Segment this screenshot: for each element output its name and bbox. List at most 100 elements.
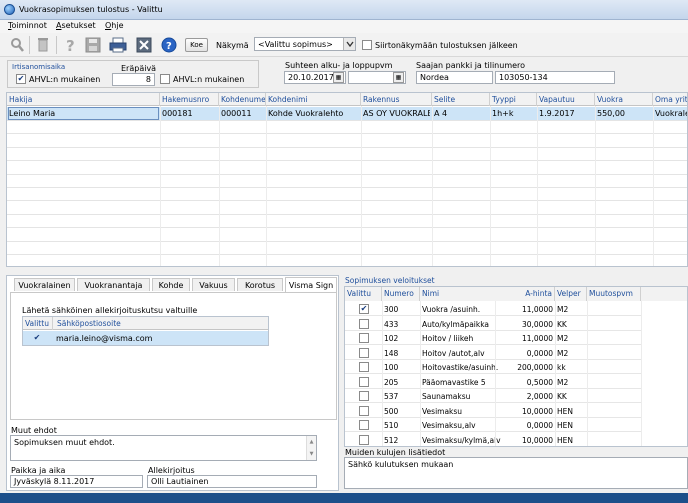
close-icon[interactable] (135, 36, 153, 54)
charge-number[interactable]: 300 (384, 305, 418, 314)
charge-checkbox[interactable] (359, 434, 369, 445)
charge-name[interactable]: Vesimaksu,alv (422, 421, 502, 430)
menu-ohje[interactable]: Ohje (105, 21, 124, 30)
charge-price[interactable]: 0,5000 (495, 378, 553, 387)
col-valittu[interactable]: Valittu (345, 287, 382, 301)
charge-unit[interactable]: M2 (557, 334, 585, 343)
ahvl2-checkbox[interactable] (160, 74, 170, 84)
col-muutospvm[interactable]: Muutospvm (587, 287, 641, 301)
charge-name[interactable]: Auto/kylmäpaikka (422, 320, 502, 329)
tab-visma-sign[interactable]: Visma Sign (285, 277, 337, 292)
tab-kohde[interactable]: Kohde (152, 278, 190, 291)
koe-button[interactable]: Koe (185, 38, 208, 52)
charge-checkbox[interactable] (359, 318, 369, 329)
col-kohdenumero[interactable]: Kohdenume (219, 93, 266, 106)
charge-name[interactable]: Vuokra /asuinh. (422, 305, 502, 314)
charge-name[interactable]: Hoitov / liikeh (422, 334, 502, 343)
charge-checkbox[interactable] (359, 376, 369, 387)
terms-textarea[interactable]: Sopimuksen muut ehdot. (10, 435, 317, 461)
tab-vuokranantaja[interactable]: Vuokranantaja (77, 278, 150, 291)
cell-kohdenumero[interactable]: 000011 (221, 109, 264, 118)
charge-unit[interactable]: M2 (557, 349, 585, 358)
help-icon[interactable]: ? (160, 36, 178, 54)
email-row-checkbox[interactable]: ✔ (32, 333, 42, 343)
charge-price[interactable]: 200,0000 (495, 363, 553, 372)
charge-unit[interactable]: kk (557, 363, 585, 372)
place-input[interactable]: Jyväskylä 8.11.2017 (10, 475, 143, 488)
col-oma-yritys[interactable]: Oma yrit (653, 93, 687, 106)
charge-name[interactable]: Pääomavastike 5 (422, 378, 502, 387)
col-vuokra[interactable]: Vuokra (595, 93, 653, 106)
charge-checkbox[interactable] (359, 391, 369, 401)
delete-icon[interactable] (34, 36, 52, 54)
col-vapautuu[interactable]: Vapautuu (537, 93, 595, 106)
col-hakija[interactable]: Hakija (7, 93, 160, 106)
erapaiva-input[interactable]: 8 (112, 73, 155, 86)
charge-price[interactable]: 2,0000 (495, 392, 553, 401)
cell-selite[interactable]: A 4 (434, 109, 488, 118)
charge-checkbox[interactable] (359, 420, 369, 430)
col-tyyppi[interactable]: Tyyppi (490, 93, 537, 106)
charge-checkbox[interactable] (359, 362, 369, 372)
siirto-checkbox[interactable] (362, 40, 372, 50)
bank-account-input[interactable]: 103050-134 (495, 71, 615, 84)
cell-rakennus[interactable]: AS OY VUOKRALE (363, 109, 430, 118)
charge-checkbox[interactable]: ✔ (359, 304, 369, 314)
charge-name[interactable]: Hoitov /autot,alv (422, 349, 502, 358)
charge-number[interactable]: 148 (384, 349, 418, 358)
charge-name[interactable]: Hoitovastike/asuinh. (422, 363, 502, 372)
menu-asetukset[interactable]: Asetukset (56, 21, 96, 30)
charge-price[interactable]: 11,0000 (495, 334, 553, 343)
charge-number[interactable]: 100 (384, 363, 418, 372)
charge-number[interactable]: 102 (384, 334, 418, 343)
cell-vuokra[interactable]: 550,00 (597, 109, 651, 118)
col-a-hinta[interactable]: A-hinta (495, 287, 555, 301)
tab-vuokralainen[interactable]: Vuokralainen (14, 278, 75, 291)
col-sahkopostiosoite[interactable]: Sähköpostiosoite (55, 317, 205, 330)
charge-number[interactable]: 433 (384, 320, 418, 329)
chevron-down-icon[interactable] (343, 38, 355, 50)
tab-korotus[interactable]: Korotus (237, 278, 283, 291)
charge-number[interactable]: 512 (384, 436, 418, 445)
col-selite[interactable]: Selite (432, 93, 490, 106)
charge-unit[interactable]: HEN (557, 407, 585, 416)
ahvl-checkbox[interactable]: ✔ (16, 74, 26, 84)
charge-price[interactable]: 10,0000 (495, 407, 553, 416)
charge-price[interactable]: 0,0000 (495, 421, 553, 430)
calendar-icon[interactable]: ▦ (393, 72, 404, 83)
charge-checkbox[interactable] (359, 347, 369, 358)
charge-checkbox[interactable] (359, 405, 369, 416)
charge-name[interactable]: Vesimaksu (422, 407, 502, 416)
charge-name[interactable]: Vesimaksu/kylmä,alv (422, 436, 502, 445)
col-rakennus[interactable]: Rakennus (361, 93, 432, 106)
cell-tyyppi[interactable]: 1h+k (492, 109, 535, 118)
charge-price[interactable]: 0,0000 (495, 349, 553, 358)
cell-hakija[interactable]: Leino Maria (9, 109, 157, 118)
charge-price[interactable]: 10,0000 (495, 436, 553, 445)
charge-unit[interactable]: KK (557, 320, 585, 329)
charge-unit[interactable]: HEN (557, 421, 585, 430)
signature-input[interactable]: Olli Lautiainen (147, 475, 317, 488)
col-kohdenimi[interactable]: Kohdenimi (266, 93, 361, 106)
charge-number[interactable]: 205 (384, 378, 418, 387)
email-value[interactable]: maria.leino@visma.com (56, 334, 152, 343)
extra-textarea[interactable]: Sähkö kulutuksen mukaan (344, 457, 688, 489)
print-icon[interactable] (109, 36, 127, 54)
charge-checkbox[interactable] (359, 333, 369, 343)
charge-number[interactable]: 510 (384, 421, 418, 430)
col-numero[interactable]: Numero (382, 287, 420, 301)
nakyma-select[interactable]: <Valittu sopimus> (254, 37, 356, 51)
menu-toiminnot[interactable]: Toiminnot (8, 21, 47, 30)
charge-price[interactable]: 30,0000 (495, 320, 553, 329)
col-velper[interactable]: Velper (555, 287, 587, 301)
charge-unit[interactable]: KK (557, 392, 585, 401)
cell-vapautuu[interactable]: 1.9.2017 (539, 109, 593, 118)
col-hakemusnro[interactable]: Hakemusnro (160, 93, 219, 106)
save-icon[interactable] (84, 36, 102, 54)
charge-number[interactable]: 500 (384, 407, 418, 416)
charge-unit[interactable]: M2 (557, 378, 585, 387)
terms-scrollbar[interactable]: ▲ ▼ (306, 436, 316, 460)
bank-name-input[interactable]: Nordea (416, 71, 493, 84)
calendar-icon[interactable]: ▦ (333, 72, 344, 83)
cell-kohdenimi[interactable]: Kohde Vuokralehto (268, 109, 359, 118)
